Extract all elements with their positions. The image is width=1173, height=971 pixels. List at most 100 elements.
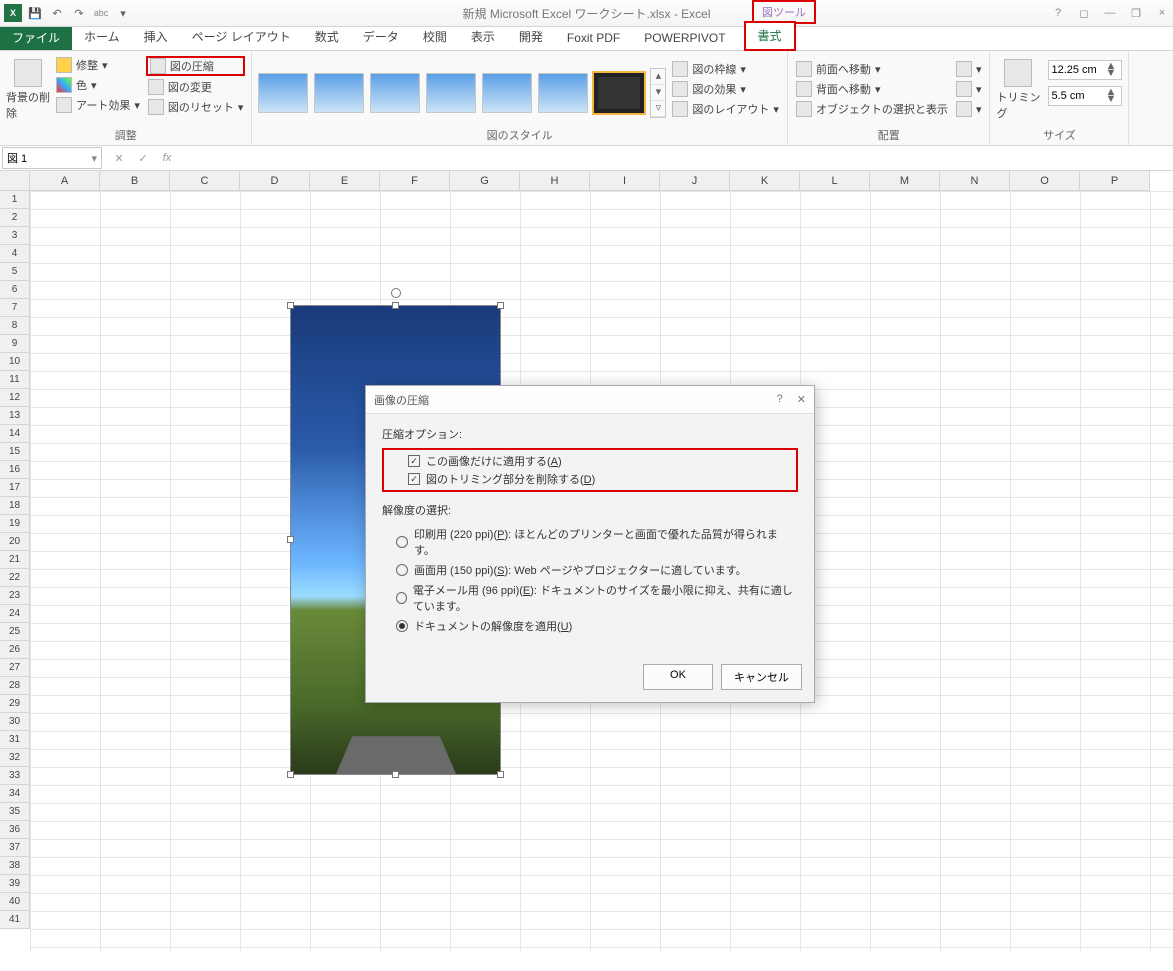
help-icon[interactable]: ? [1049, 7, 1067, 20]
up-icon[interactable]: ▴ [651, 69, 665, 85]
tab-review[interactable]: 校閲 [411, 24, 459, 50]
row-header[interactable]: 18 [0, 497, 29, 515]
row-header[interactable]: 24 [0, 605, 29, 623]
tab-home[interactable]: ホーム [72, 24, 132, 50]
radio-print-220[interactable]: 印刷用 (220 ppi)(P): ほとんどのプリンターと画面で優れた品質が得ら… [396, 524, 798, 560]
row-header[interactable]: 29 [0, 695, 29, 713]
change-picture-button[interactable]: 図の変更 [146, 78, 246, 96]
compress-pictures-button[interactable]: 図の圧縮 [146, 56, 246, 76]
column-header[interactable]: F [380, 171, 450, 190]
resize-handle[interactable] [497, 302, 504, 309]
rotate-handle[interactable] [391, 288, 401, 298]
row-header[interactable]: 32 [0, 749, 29, 767]
row-header[interactable]: 8 [0, 317, 29, 335]
row-header[interactable]: 30 [0, 713, 29, 731]
gallery-scroll[interactable]: ▴▾▿ [650, 68, 666, 118]
row-header[interactable]: 20 [0, 533, 29, 551]
row-header[interactable]: 25 [0, 623, 29, 641]
column-header[interactable]: D [240, 171, 310, 190]
resize-handle[interactable] [392, 302, 399, 309]
row-header[interactable]: 3 [0, 227, 29, 245]
reset-picture-button[interactable]: 図のリセット ▾ [146, 98, 246, 116]
row-headers[interactable]: 1234567891011121314151617181920212223242… [0, 191, 30, 929]
tab-page-layout[interactable]: ページ レイアウト [180, 24, 303, 50]
more-icon[interactable]: ▿ [651, 101, 665, 117]
row-header[interactable]: 9 [0, 335, 29, 353]
picture-border-button[interactable]: 図の枠線 ▾ [670, 60, 781, 78]
row-header[interactable]: 39 [0, 875, 29, 893]
column-header[interactable]: M [870, 171, 940, 190]
ok-button[interactable]: OK [643, 664, 713, 690]
rotate-button[interactable]: ▾ [954, 100, 984, 118]
dialog-help-icon[interactable]: ? [777, 393, 783, 406]
spellcheck-icon[interactable]: abc [92, 4, 110, 22]
row-header[interactable]: 5 [0, 263, 29, 281]
column-header[interactable]: E [310, 171, 380, 190]
tab-format[interactable]: 書式 [744, 21, 796, 51]
checkbox-delete-cropped[interactable]: ✓ 図のトリミング部分を削除する(D) [402, 470, 792, 488]
style-thumb[interactable] [538, 73, 588, 113]
row-header[interactable]: 35 [0, 803, 29, 821]
resize-handle[interactable] [497, 771, 504, 778]
row-header[interactable]: 2 [0, 209, 29, 227]
style-thumb[interactable] [314, 73, 364, 113]
color-button[interactable]: 色 ▾ [54, 76, 142, 94]
style-gallery[interactable]: ▴▾▿ [258, 54, 666, 125]
save-icon[interactable]: 💾 [26, 4, 44, 22]
close-icon[interactable]: × [1153, 7, 1171, 20]
bring-forward-button[interactable]: 前面へ移動 ▾ [794, 60, 950, 78]
minimize-icon[interactable]: — [1101, 7, 1119, 20]
column-header[interactable]: C [170, 171, 240, 190]
tab-insert[interactable]: 挿入 [132, 24, 180, 50]
tab-formulas[interactable]: 数式 [303, 24, 351, 50]
column-header[interactable]: K [730, 171, 800, 190]
row-header[interactable]: 26 [0, 641, 29, 659]
row-header[interactable]: 19 [0, 515, 29, 533]
select-all-corner[interactable] [0, 171, 30, 190]
style-thumb-selected[interactable] [594, 73, 644, 113]
tab-powerpivot[interactable]: POWERPIVOT [632, 27, 737, 50]
cancel-button[interactable]: キャンセル [721, 664, 802, 690]
dialog-close-icon[interactable]: ✕ [797, 393, 806, 406]
tab-foxit-pdf[interactable]: Foxit PDF [555, 27, 632, 50]
down-icon[interactable]: ▾ [651, 85, 665, 101]
ribbon-options-icon[interactable]: ◻ [1075, 7, 1093, 20]
style-thumb[interactable] [370, 73, 420, 113]
undo-icon[interactable]: ↶ [48, 4, 66, 22]
group-button[interactable]: ▾ [954, 80, 984, 98]
row-header[interactable]: 23 [0, 587, 29, 605]
redo-icon[interactable]: ↷ [70, 4, 88, 22]
resize-handle[interactable] [287, 771, 294, 778]
row-header[interactable]: 27 [0, 659, 29, 677]
row-header[interactable]: 31 [0, 731, 29, 749]
row-header[interactable]: 6 [0, 281, 29, 299]
artistic-effects-button[interactable]: アート効果 ▾ [54, 96, 142, 114]
corrections-button[interactable]: 修整 ▾ [54, 56, 142, 74]
row-header[interactable]: 37 [0, 839, 29, 857]
row-header[interactable]: 12 [0, 389, 29, 407]
radio-screen-150[interactable]: 画面用 (150 ppi)(S): Web ページやプロジェクターに適しています… [396, 560, 798, 580]
enter-formula-icon[interactable]: ✓ [134, 152, 152, 165]
row-header[interactable]: 16 [0, 461, 29, 479]
row-header[interactable]: 1 [0, 191, 29, 209]
row-header[interactable]: 36 [0, 821, 29, 839]
tab-file[interactable]: ファイル [0, 25, 72, 50]
column-header[interactable]: N [940, 171, 1010, 190]
column-header[interactable]: B [100, 171, 170, 190]
selection-pane-button[interactable]: オブジェクトの選択と表示 [794, 100, 950, 118]
row-header[interactable]: 17 [0, 479, 29, 497]
column-headers[interactable]: ABCDEFGHIJKLMNOP [0, 171, 1150, 191]
radio-document-default[interactable]: ドキュメントの解像度を適用(U) [396, 616, 798, 636]
column-header[interactable]: P [1080, 171, 1150, 190]
column-header[interactable]: G [450, 171, 520, 190]
column-header[interactable]: A [30, 171, 100, 190]
row-header[interactable]: 11 [0, 371, 29, 389]
row-header[interactable]: 22 [0, 569, 29, 587]
tab-view[interactable]: 表示 [459, 24, 507, 50]
radio-email-96[interactable]: 電子メール用 (96 ppi)(E): ドキュメントのサイズを最小限に抑え、共有… [396, 580, 798, 616]
name-box[interactable]: 図 1▾ [2, 147, 102, 169]
row-header[interactable]: 28 [0, 677, 29, 695]
row-header[interactable]: 15 [0, 443, 29, 461]
row-header[interactable]: 10 [0, 353, 29, 371]
restore-icon[interactable]: ❐ [1127, 7, 1145, 20]
